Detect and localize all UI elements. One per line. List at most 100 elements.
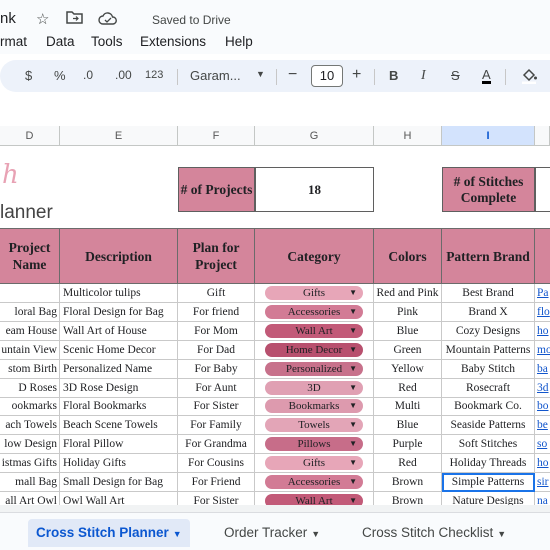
cell-project-name[interactable]: stom Birth — [0, 359, 60, 379]
cell-plan[interactable]: For Dad — [178, 340, 255, 360]
dropdown-arrow-icon[interactable]: ▼ — [349, 305, 357, 319]
cell-link[interactable]: be — [535, 416, 550, 436]
sheet-tab-cross-stitch-planner[interactable]: Cross Stitch Planner ▼ — [28, 519, 190, 547]
cell-plan[interactable]: For Sister — [178, 397, 255, 417]
cell-link[interactable]: 3d — [535, 379, 550, 398]
cell-plan[interactable]: For Family — [178, 416, 255, 436]
projects-count-value[interactable]: 18 — [255, 167, 374, 212]
cell-category[interactable]: 3D ▼ — [255, 378, 374, 398]
menu-help[interactable]: Help — [225, 34, 253, 49]
cell-description[interactable]: Floral Bookmarks — [60, 397, 178, 417]
cell-colors[interactable]: Red — [374, 378, 442, 398]
dropdown-arrow-icon[interactable]: ▼ — [349, 418, 357, 432]
cell-category[interactable]: Wall Art ▼ — [255, 321, 374, 341]
dropdown-arrow-icon[interactable]: ▼ — [349, 286, 357, 300]
dropdown-arrow-icon[interactable]: ▼ — [349, 324, 357, 338]
horizontal-scrollbar[interactable] — [0, 505, 550, 512]
cell-colors[interactable]: Purple — [374, 435, 442, 455]
column-header-d[interactable]: D — [0, 126, 60, 146]
cell-colors[interactable]: Green — [374, 340, 442, 360]
cell-pattern-brand[interactable]: Rosecraft — [442, 378, 535, 398]
cell-project-name[interactable]: istmas Gifts — [0, 454, 60, 474]
cell-category[interactable]: Gifts ▼ — [255, 454, 374, 474]
cell-description[interactable]: Small Design for Bag — [60, 473, 178, 492]
cell-link[interactable]: ho — [535, 454, 550, 474]
cell-category[interactable]: Home Decor ▼ — [255, 340, 374, 360]
category-chip[interactable]: Gifts ▼ — [265, 286, 363, 300]
cell-plan[interactable]: For friend — [178, 302, 255, 322]
cell-link[interactable]: mo — [535, 341, 550, 360]
cell-category[interactable]: Gifts ▼ — [255, 284, 374, 303]
cell-plan[interactable]: For Grandma — [178, 435, 255, 455]
chevron-down-icon[interactable]: ▼ — [497, 529, 506, 539]
cell-link[interactable]: flo — [535, 303, 550, 322]
cell-link[interactable]: bo — [535, 397, 550, 417]
cell-description[interactable]: Scenic Home Decor — [60, 340, 178, 360]
font-size-input[interactable]: 10 — [311, 65, 343, 87]
cell-colors[interactable]: Red — [374, 454, 442, 474]
cell-colors[interactable]: Multi — [374, 397, 442, 417]
cell-link[interactable]: Pa — [535, 284, 550, 303]
column-header-j[interactable] — [535, 126, 550, 146]
cell-pattern-brand[interactable]: Seaside Patterns — [442, 416, 535, 436]
cell-project-name[interactable]: D Roses — [0, 378, 60, 398]
column-header-f[interactable]: F — [178, 126, 255, 146]
cell-project-name[interactable]: ach Towels — [0, 416, 60, 436]
column-header-g[interactable]: G — [255, 126, 374, 146]
dropdown-arrow-icon[interactable]: ▼ — [349, 399, 357, 413]
cell-pattern-brand[interactable]: Holiday Threads — [442, 454, 535, 474]
text-color-button[interactable]: A — [482, 68, 491, 84]
category-chip[interactable]: Home Decor ▼ — [265, 342, 363, 357]
cell-colors[interactable]: Blue — [374, 321, 442, 341]
dropdown-arrow-icon[interactable]: ▼ — [349, 475, 357, 489]
cell-plan[interactable]: Gift — [178, 284, 255, 303]
dropdown-arrow-icon[interactable]: ▼ — [349, 343, 357, 357]
stitches-complete-value[interactable] — [535, 167, 550, 212]
fill-color-icon[interactable] — [520, 66, 538, 87]
font-family-select[interactable]: Garam... — [190, 68, 241, 83]
bold-button[interactable]: B — [389, 68, 398, 83]
cell-project-name[interactable]: loral Bag — [0, 302, 60, 322]
currency-format-button[interactable]: $ — [25, 68, 32, 83]
cell-pattern-brand[interactable]: Mountain Patterns — [442, 340, 535, 360]
cell-plan[interactable]: For Baby — [178, 359, 255, 379]
cell-plan[interactable]: For Mom — [178, 321, 255, 341]
decrease-decimal-button[interactable]: .0 — [83, 68, 93, 82]
sheet-tab-order-tracker[interactable]: Order Tracker ▼ — [216, 519, 328, 547]
cell-project-name[interactable]: untain View — [0, 340, 60, 360]
dropdown-arrow-icon[interactable]: ▼ — [349, 362, 357, 376]
category-chip[interactable]: Accessories ▼ — [265, 475, 363, 489]
category-chip[interactable]: Pillows ▼ — [265, 437, 363, 452]
cell-category[interactable]: Pillows ▼ — [255, 435, 374, 455]
star-icon[interactable]: ☆ — [36, 10, 49, 28]
column-header-e[interactable]: E — [60, 126, 178, 146]
italic-button[interactable]: I — [421, 68, 426, 84]
cell-description[interactable]: Holiday Gifts — [60, 454, 178, 474]
sheet-tab-cross-stitch-checklist[interactable]: Cross Stitch Checklist ▼ — [354, 519, 514, 547]
cell-project-name[interactable]: low Design — [0, 435, 60, 455]
cell-project-name[interactable]: ookmarks — [0, 397, 60, 417]
cell-plan[interactable]: For Aunt — [178, 378, 255, 398]
cell-plan[interactable]: For Friend — [178, 473, 255, 492]
cell-category[interactable]: Bookmarks ▼ — [255, 397, 374, 417]
menu-tools[interactable]: Tools — [91, 34, 123, 49]
cell-pattern-brand[interactable]: Soft Stitches — [442, 435, 535, 455]
chevron-down-icon[interactable]: ▼ — [256, 69, 265, 79]
cell-project-name[interactable]: eam House — [0, 321, 60, 341]
cell-category[interactable]: Towels ▼ — [255, 416, 374, 436]
cell-plan[interactable]: For Cousins — [178, 454, 255, 474]
cell-pattern-brand[interactable]: Simple Patterns — [442, 473, 535, 492]
cell-link[interactable]: ho — [535, 322, 550, 341]
number-format-button[interactable]: 123 — [145, 69, 163, 81]
menu-extensions[interactable]: Extensions — [140, 34, 206, 49]
cell-pattern-brand[interactable]: Baby Stitch — [442, 359, 535, 379]
cell-project-name[interactable]: mall Bag — [0, 473, 60, 492]
menu-data[interactable]: Data — [46, 34, 75, 49]
cloud-saved-icon[interactable] — [98, 11, 118, 29]
cell-description[interactable]: Wall Art of House — [60, 321, 178, 341]
dropdown-arrow-icon[interactable]: ▼ — [349, 381, 357, 395]
cell-pattern-brand[interactable]: Cozy Designs — [442, 321, 535, 341]
column-header-h[interactable]: H — [374, 126, 442, 146]
cell-category[interactable]: Accessories ▼ — [255, 302, 374, 322]
category-chip[interactable]: 3D ▼ — [265, 380, 363, 395]
